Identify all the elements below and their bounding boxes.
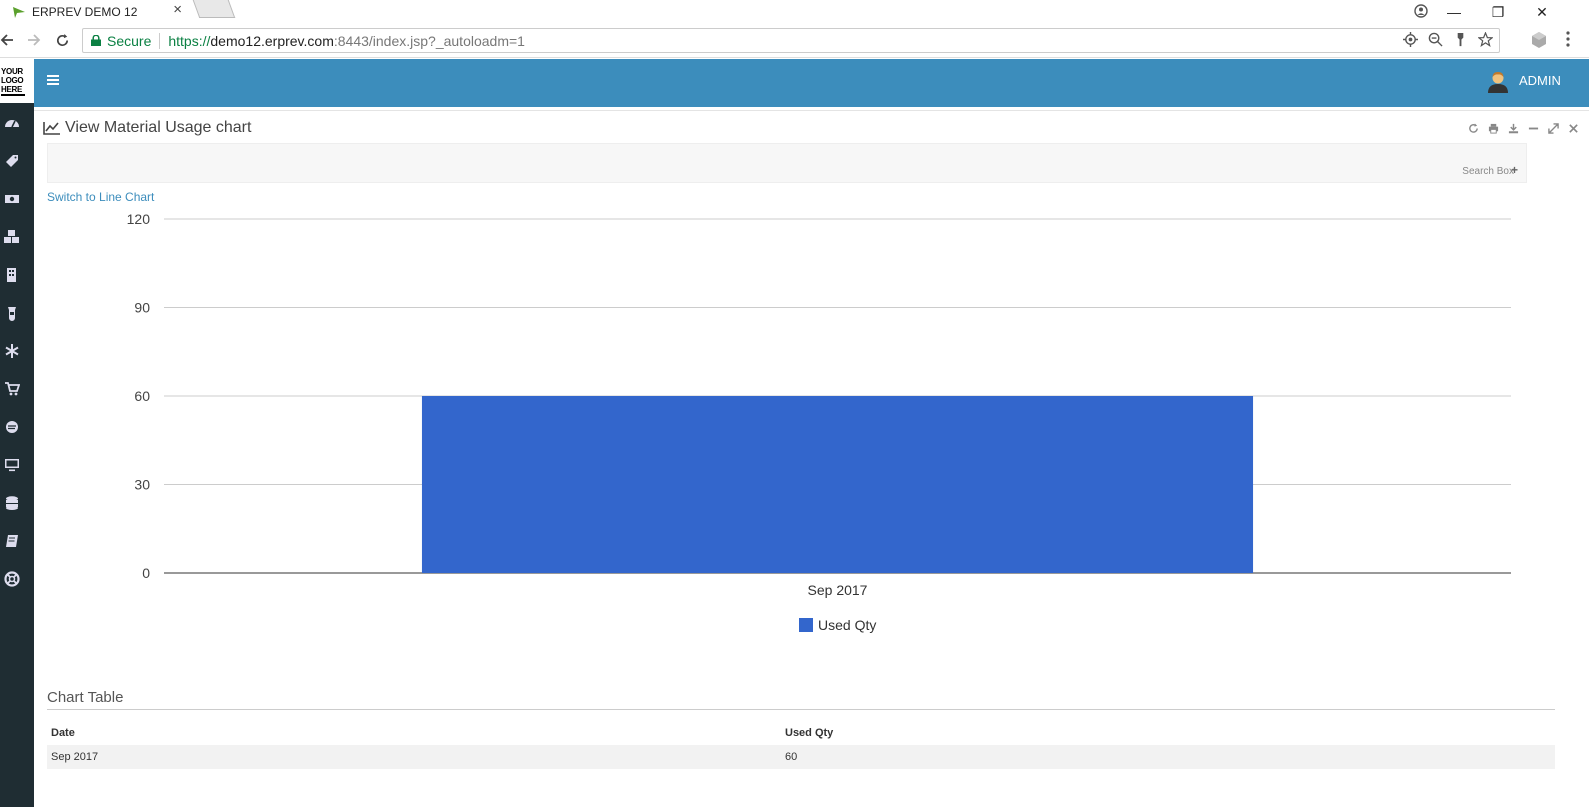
y-tick-label: 120	[127, 211, 151, 227]
refresh-icon[interactable]	[1468, 121, 1479, 133]
logo-line-2: LOGO	[1, 75, 24, 85]
omnibox-separator	[159, 32, 161, 49]
x-tick-label: Sep 2017	[808, 582, 868, 598]
bookmark-star-icon[interactable]	[1478, 32, 1493, 47]
plus-icon: +	[1510, 163, 1518, 177]
chart-svg: 0 30 60 90 120 Sep 2017 Used Qty	[127, 211, 1511, 633]
dashboard-icon[interactable]	[4, 115, 20, 131]
panel-title: View Material Usage chart	[43, 119, 251, 137]
chart-panel: View Material Usage chart Search Box+ Sw…	[34, 110, 1589, 807]
reload-icon[interactable]	[51, 29, 73, 51]
browser-menu-icon[interactable]	[1565, 29, 1571, 49]
forward-icon[interactable]	[23, 29, 45, 51]
database-icon[interactable]	[4, 495, 20, 511]
erprev-favicon-icon	[13, 7, 25, 18]
bar	[421, 396, 1254, 573]
table-divider	[47, 709, 1555, 710]
location-icon[interactable]	[1403, 32, 1418, 47]
cart-icon[interactable]	[4, 381, 20, 397]
search-bar: Search Box+	[47, 143, 1527, 183]
browser-tab[interactable]: ERPREV DEMO 12 ×	[0, 0, 188, 24]
column-header-date: Date	[51, 727, 75, 739]
address-bar[interactable]: Secure https:// demo12.erprev.com :8443/…	[82, 28, 1500, 53]
panel-title-text: View Material Usage chart	[65, 119, 252, 136]
panel-tools	[1468, 121, 1579, 134]
legend-swatch	[799, 618, 813, 632]
minimize-icon[interactable]	[1528, 121, 1539, 132]
logo-line-3: HERE	[1, 85, 25, 96]
print-icon[interactable]	[1488, 121, 1499, 134]
profile-icon[interactable]	[1414, 4, 1428, 18]
table-cell-date: Sep 2017	[47, 745, 781, 769]
tab-close-icon[interactable]: ×	[173, 1, 182, 18]
search-box-toggle[interactable]: Search Box+	[1462, 163, 1518, 177]
y-tick-label: 0	[142, 565, 150, 581]
table-header-row: Date Used Qty	[47, 721, 1555, 745]
user-avatar-icon[interactable]	[1486, 69, 1510, 93]
logo[interactable]: YOUR LOGO HERE	[0, 59, 34, 103]
close-window-icon[interactable]: ✕	[1520, 0, 1564, 24]
book-icon[interactable]	[4, 533, 20, 549]
browser-tabbar: ERPREV DEMO 12 × — ❐ ✕	[0, 0, 1589, 24]
line-chart-icon	[43, 122, 60, 135]
money-icon[interactable]	[4, 191, 20, 207]
expand-icon[interactable]	[1548, 121, 1559, 134]
y-tick-label: 90	[134, 300, 150, 316]
url-path: :8443/index.jsp?_autoloadm=1	[333, 32, 525, 49]
lifebuoy-icon[interactable]	[4, 571, 20, 587]
y-tick-label: 30	[134, 477, 150, 493]
snowflake-icon[interactable]	[4, 343, 20, 359]
building-icon[interactable]	[4, 267, 20, 283]
legend-label: Used Qty	[818, 617, 876, 633]
table-cell-used-qty: 60	[781, 745, 1555, 769]
zoom-icon[interactable]	[1428, 32, 1443, 47]
logo-line-1: YOUR	[1, 66, 23, 76]
cubes-icon[interactable]	[4, 229, 20, 245]
main-content: View Material Usage chart Search Box+ Sw…	[34, 103, 1589, 807]
download-icon[interactable]	[1508, 121, 1519, 134]
extension-pin-icon[interactable]	[1453, 32, 1468, 47]
chart-table: Date Used Qty Sep 2017 60	[47, 721, 1555, 769]
new-tab-button[interactable]	[192, 0, 236, 18]
user-name[interactable]: ADMIN	[1519, 73, 1561, 88]
browser-toolbar: Secure https:// demo12.erprev.com :8443/…	[0, 24, 1589, 58]
url-scheme: https://	[168, 32, 211, 49]
secure-label: Secure	[107, 32, 152, 49]
minimize-window-icon[interactable]: —	[1432, 0, 1476, 24]
desktop-icon[interactable]	[4, 457, 20, 473]
tag-icon[interactable]	[4, 153, 20, 169]
switch-chart-link[interactable]: Switch to Line Chart	[47, 190, 154, 204]
app-sidebar: YOUR LOGO HERE	[0, 59, 34, 807]
flask-icon[interactable]	[4, 305, 20, 321]
search-box-label: Search Box	[1462, 166, 1514, 177]
restore-window-icon[interactable]: ❐	[1476, 0, 1520, 24]
y-tick-label: 60	[134, 388, 150, 404]
circle-icon[interactable]	[4, 419, 20, 435]
close-icon[interactable]	[1568, 121, 1579, 133]
chart-table-title: Chart Table	[47, 689, 124, 706]
app-topbar: ADMIN	[34, 59, 1589, 103]
lock-icon	[91, 35, 101, 46]
extension-icon[interactable]	[1530, 31, 1548, 49]
hamburger-menu-icon[interactable]	[47, 74, 59, 86]
material-usage-chart: 0 30 60 90 120 Sep 2017 Used Qty	[47, 210, 1513, 654]
tab-title: ERPREV DEMO 12	[32, 5, 138, 19]
table-row: Sep 2017 60	[47, 745, 1555, 769]
back-icon[interactable]	[0, 29, 18, 51]
url-host: demo12.erprev.com	[210, 32, 334, 49]
column-header-used-qty: Used Qty	[785, 727, 834, 739]
